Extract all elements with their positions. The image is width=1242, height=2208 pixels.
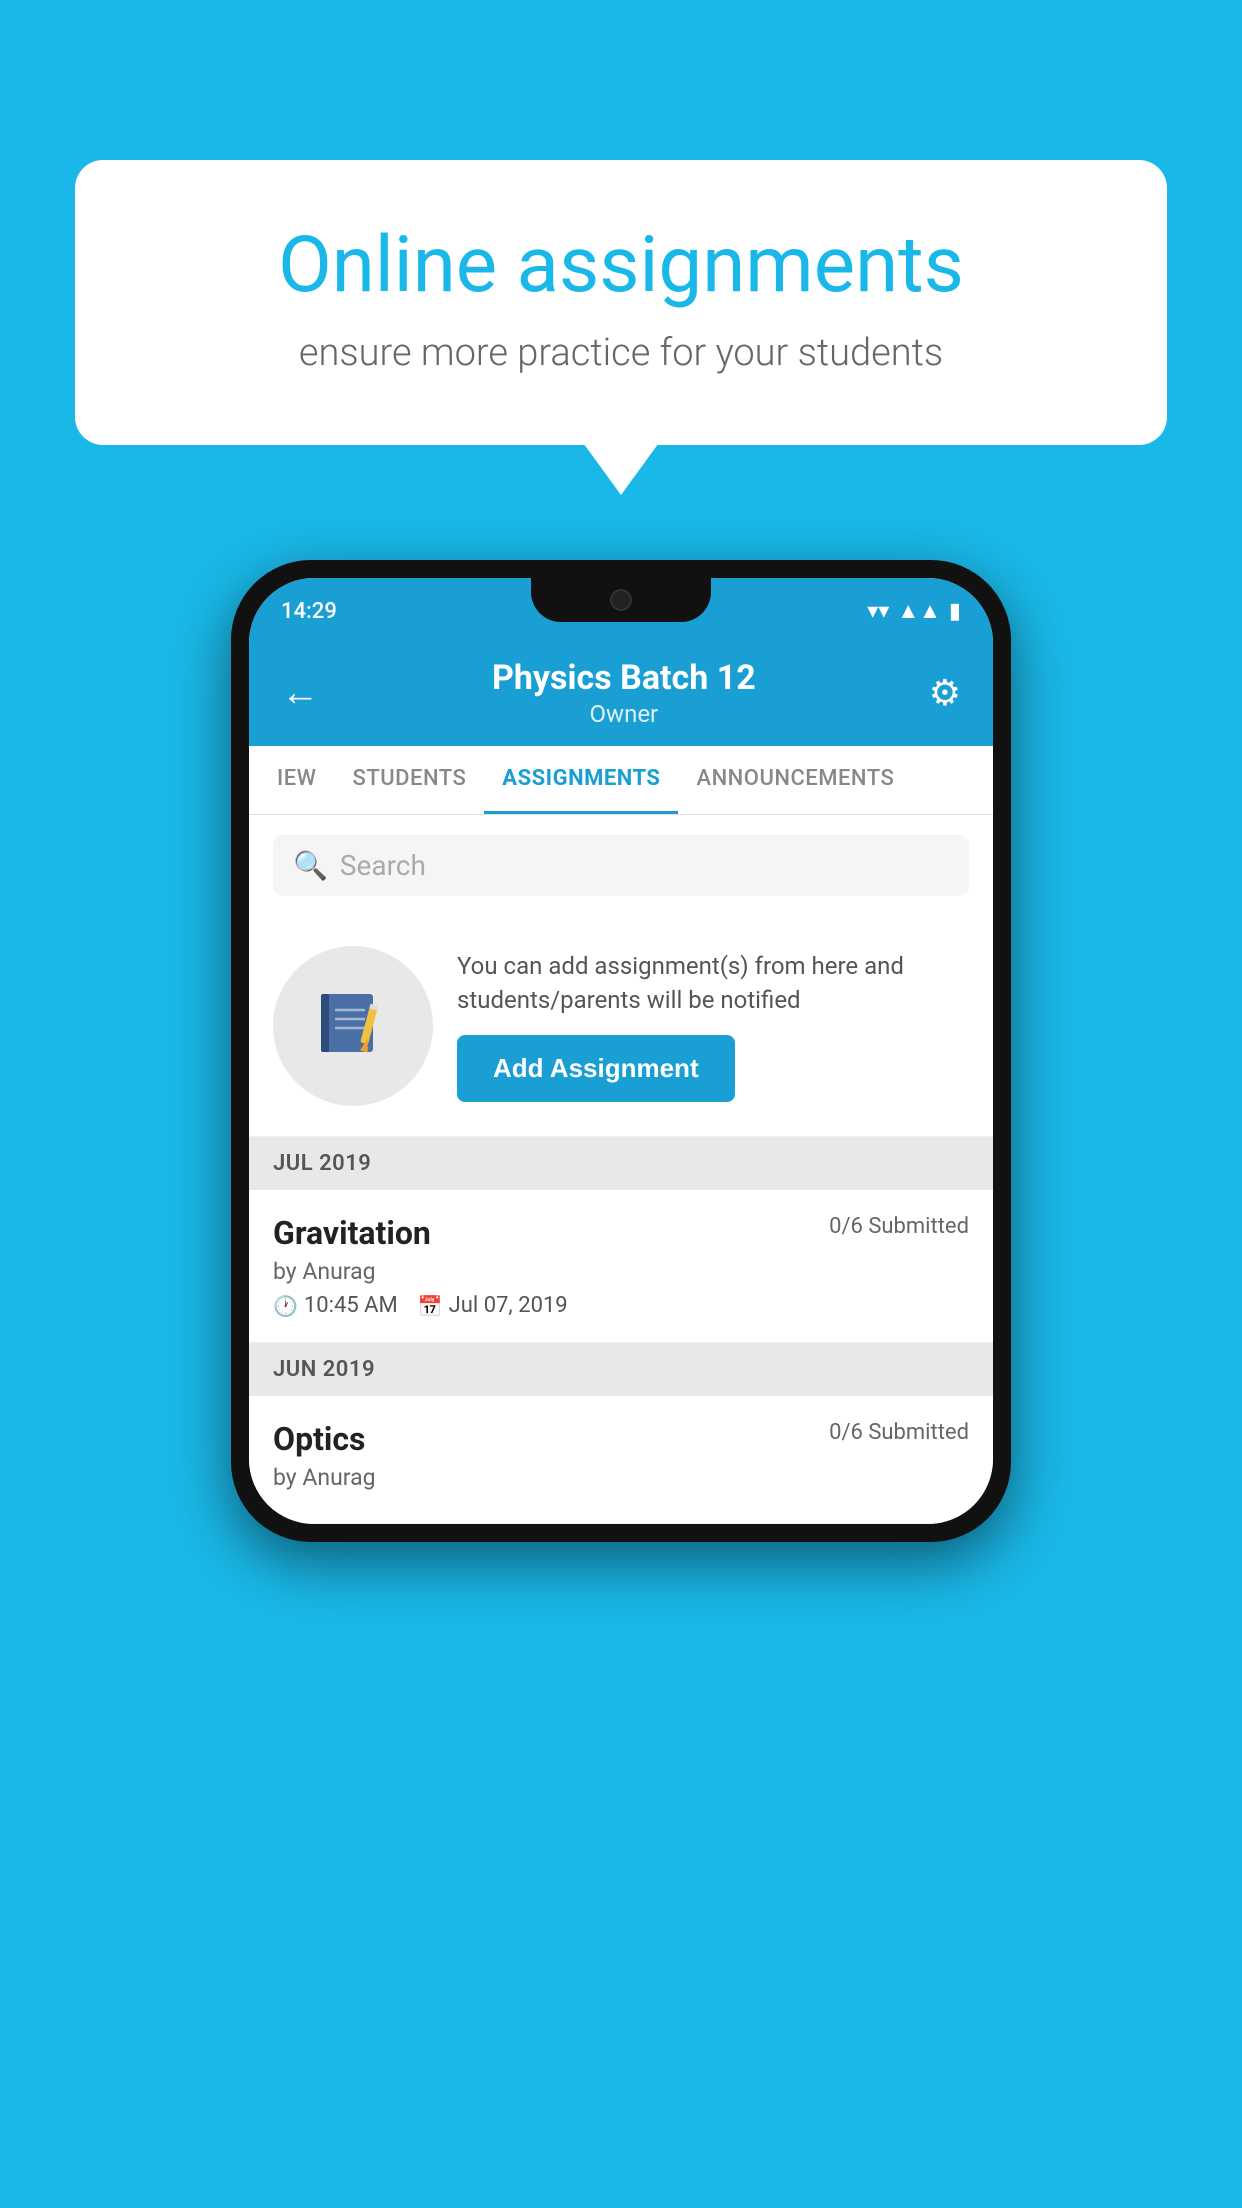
assignment-name: Gravitation (273, 1214, 431, 1252)
month-separator-jun: JUN 2019 (249, 1343, 993, 1396)
batch-subtitle: Owner (327, 700, 921, 728)
header-center: Physics Batch 12 Owner (327, 658, 921, 728)
add-assignment-button[interactable]: Add Assignment (457, 1035, 735, 1102)
assignment-item-gravitation[interactable]: Gravitation 0/6 Submitted by Anurag 🕐 10… (249, 1190, 993, 1343)
search-bar[interactable]: 🔍 Search (273, 835, 969, 896)
tab-announcements[interactable]: ANNOUNCEMENTS (678, 746, 912, 814)
phone-outer: 14:29 ▾▾ ▲▲ ▮ ← Physics Batch 12 Owner ⚙… (231, 560, 1011, 1542)
speech-bubble-title: Online assignments (145, 220, 1097, 311)
search-container: 🔍 Search (249, 815, 993, 916)
battery-icon: ▮ (949, 599, 961, 624)
tab-iew[interactable]: IEW (259, 746, 335, 814)
assignment-top-row-optics: Optics 0/6 Submitted (273, 1420, 969, 1458)
speech-bubble-container: Online assignments ensure more practice … (75, 160, 1167, 445)
speech-bubble-subtitle: ensure more practice for your students (145, 331, 1097, 375)
search-placeholder: Search (340, 849, 426, 882)
speech-bubble: Online assignments ensure more practice … (75, 160, 1167, 445)
wifi-icon: ▾▾ (867, 599, 889, 624)
assignment-meta: 🕐 10:45 AM 📅 Jul 07, 2019 (273, 1293, 969, 1318)
phone-screen: 14:29 ▾▾ ▲▲ ▮ ← Physics Batch 12 Owner ⚙… (249, 578, 993, 1524)
promo-content: You can add assignment(s) from here and … (457, 950, 969, 1102)
notebook-icon (313, 986, 393, 1066)
promo-section: You can add assignment(s) from here and … (249, 916, 993, 1137)
assignment-by-optics: by Anurag (273, 1464, 969, 1491)
signal-icon: ▲▲ (897, 598, 941, 624)
calendar-icon: 📅 (418, 1294, 443, 1318)
status-icons: ▾▾ ▲▲ ▮ (867, 598, 961, 624)
clock-icon: 🕐 (273, 1294, 298, 1318)
assignment-submitted: 0/6 Submitted (829, 1214, 969, 1239)
search-icon: 🔍 (293, 849, 328, 882)
tabs-bar: IEW STUDENTS ASSIGNMENTS ANNOUNCEMENTS (249, 746, 993, 815)
batch-title: Physics Batch 12 (327, 658, 921, 698)
phone-container: 14:29 ▾▾ ▲▲ ▮ ← Physics Batch 12 Owner ⚙… (231, 560, 1011, 1542)
status-time: 14:29 (281, 599, 337, 624)
back-button[interactable]: ← (273, 663, 327, 723)
assignment-date: 📅 Jul 07, 2019 (418, 1293, 568, 1318)
phone-notch (531, 578, 711, 622)
tab-students[interactable]: STUDENTS (335, 746, 485, 814)
phone-camera (610, 589, 632, 611)
app-header: ← Physics Batch 12 Owner ⚙ (249, 640, 993, 746)
assignment-top-row: Gravitation 0/6 Submitted (273, 1214, 969, 1252)
assignment-item-optics[interactable]: Optics 0/6 Submitted by Anurag (249, 1396, 993, 1524)
assignment-by: by Anurag (273, 1258, 969, 1285)
assignment-submitted-optics: 0/6 Submitted (829, 1420, 969, 1445)
month-separator-jul: JUL 2019 (249, 1137, 993, 1190)
tab-assignments[interactable]: ASSIGNMENTS (484, 746, 678, 814)
assignment-time: 🕐 10:45 AM (273, 1293, 398, 1318)
settings-icon[interactable]: ⚙ (921, 664, 969, 722)
promo-text: You can add assignment(s) from here and … (457, 950, 969, 1017)
promo-icon-circle (273, 946, 433, 1106)
assignment-name-optics: Optics (273, 1420, 365, 1458)
